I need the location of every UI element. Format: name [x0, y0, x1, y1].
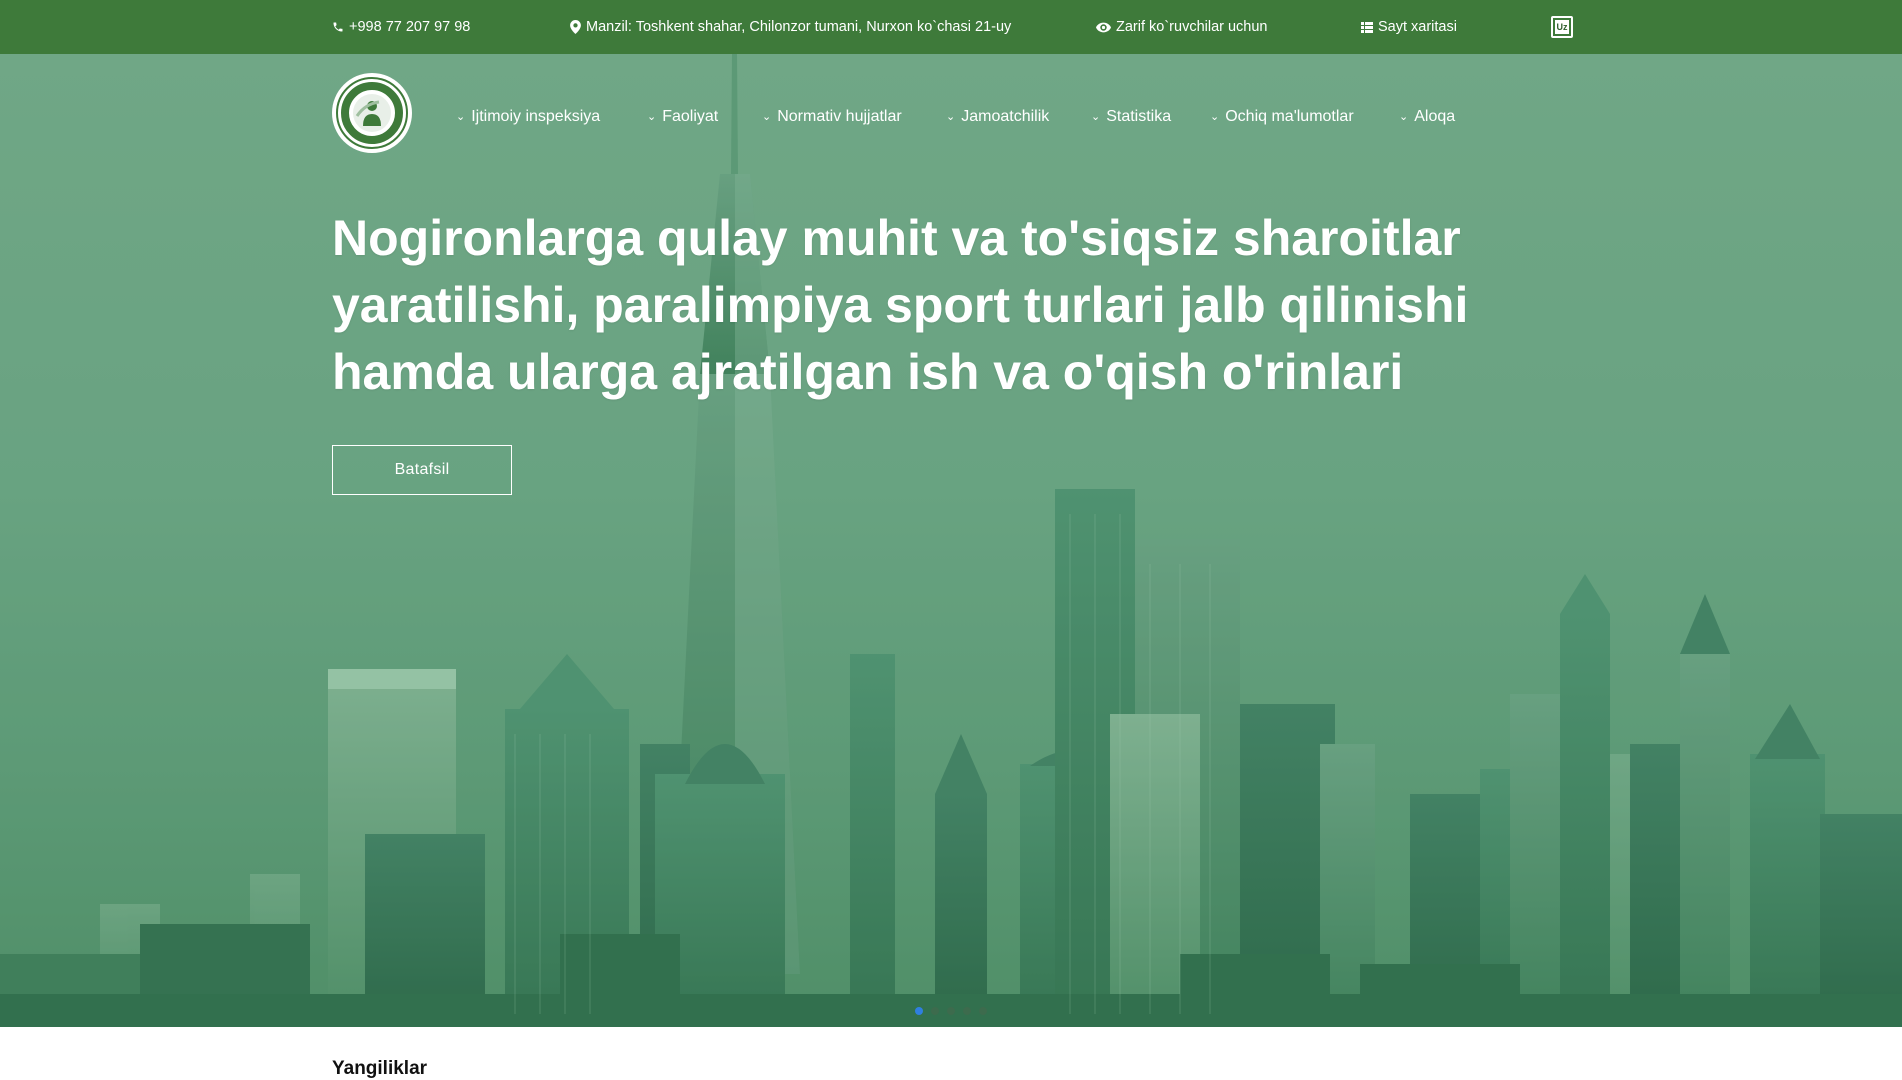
read-more-button[interactable]: Batafsil [332, 445, 512, 495]
top-bar: +998 77 207 97 98 Manzil: Toshkent shaha… [0, 0, 1902, 54]
news-section-title: Yangiliklar [332, 1058, 428, 1079]
phone-icon [332, 21, 344, 33]
nav-item-aloqa[interactable]: ⌄ Aloqa [1399, 100, 1455, 134]
slider-dot-2[interactable] [931, 1007, 939, 1015]
address-text: Manzil: Toshkent shahar, Chilonzor tuman… [586, 19, 1012, 35]
hero-color-overlay [0, 54, 1902, 1027]
slider-dot-1[interactable] [915, 1007, 923, 1015]
language-switcher[interactable]: Uz [1551, 16, 1573, 38]
map-pin-icon [570, 20, 581, 34]
chevron-down-icon: ⌄ [946, 110, 956, 123]
visually-impaired-link[interactable]: Zarif ko`ruvchilar uchun [1096, 0, 1268, 54]
nav-label: Faoliyat [662, 108, 719, 125]
phone-info: +998 77 207 97 98 [332, 0, 470, 54]
chevron-down-icon: ⌄ [1210, 110, 1220, 123]
sitemap-link[interactable]: Sayt xaritasi [1361, 0, 1457, 54]
nav-label: Ijtimoiy inspeksiya [471, 108, 601, 125]
nav-label: Ochiq ma'lumotlar [1225, 108, 1354, 125]
nav-item-faoliyat[interactable]: ⌄ Faoliyat [647, 100, 718, 134]
address-info: Manzil: Toshkent shahar, Chilonzor tuman… [570, 0, 1011, 54]
chevron-down-icon: ⌄ [1091, 110, 1101, 123]
phone-number: +998 77 207 97 98 [349, 19, 471, 35]
list-icon [1361, 21, 1373, 33]
slider-pagination [915, 1007, 987, 1015]
chevron-down-icon: ⌄ [456, 110, 466, 123]
nav-label: Jamoatchilik [961, 108, 1050, 125]
sitemap-label: Sayt xaritasi [1378, 19, 1457, 35]
chevron-down-icon: ⌄ [647, 110, 657, 123]
nav-label: Statistika [1106, 108, 1172, 125]
nav-item-normativ-hujjatlar[interactable]: ⌄ Normativ hujjatlar [762, 100, 902, 134]
nav-item-jamoatchilik[interactable]: ⌄ Jamoatchilik [946, 100, 1049, 134]
slider-dot-3[interactable] [947, 1007, 955, 1015]
chevron-down-icon: ⌄ [1399, 110, 1409, 123]
slider-dot-5[interactable] [979, 1007, 987, 1015]
hero-slider [0, 54, 1902, 1027]
nav-label: Aloqa [1414, 108, 1456, 125]
hero-title: Nogironlarga qulay muhit va to'siqsiz sh… [332, 210, 1469, 400]
main-navigation: ⌄ Ijtimoiy inspeksiya ⌄ Faoliyat ⌄ Norma… [0, 100, 1902, 134]
language-code: Uz [1555, 20, 1569, 34]
visually-impaired-label: Zarif ko`ruvchilar uchun [1116, 19, 1268, 35]
nav-item-ijtimoiy-inspeksiya[interactable]: ⌄ Ijtimoiy inspeksiya [456, 100, 600, 134]
nav-label: Normativ hujjatlar [777, 108, 902, 125]
slider-dot-4[interactable] [963, 1007, 971, 1015]
eye-icon [1096, 22, 1111, 33]
nav-item-ochiq-malumotlar[interactable]: ⌄ Ochiq ma'lumotlar [1210, 100, 1354, 134]
chevron-down-icon: ⌄ [762, 110, 772, 123]
nav-item-statistika[interactable]: ⌄ Statistika [1091, 100, 1171, 134]
